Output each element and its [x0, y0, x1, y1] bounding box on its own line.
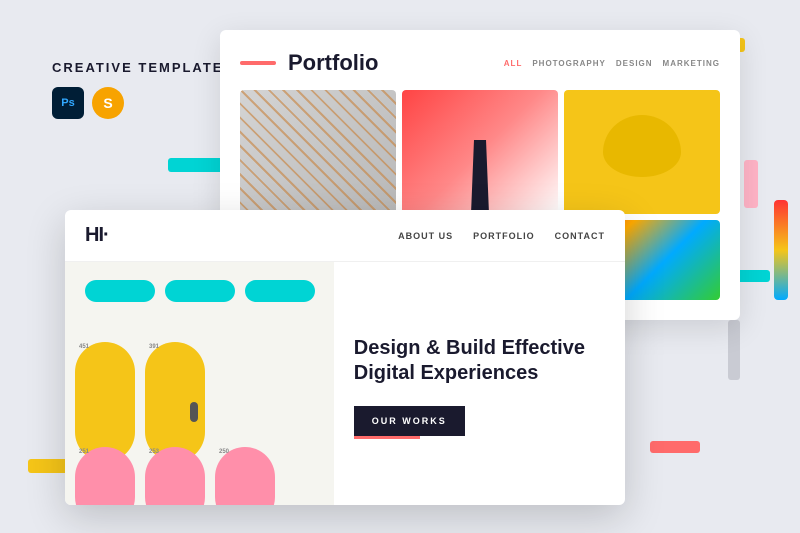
nav-portfolio[interactable]: PORTFOLIO — [473, 231, 535, 241]
portfolio-header: Portfolio ALL PHOTOGRAPHY DESIGN MARKETI… — [240, 50, 720, 76]
deco-colorful-right — [774, 200, 788, 300]
pill-pink-2: 253 — [145, 447, 205, 505]
pill-label-1: 451 — [79, 344, 89, 350]
main-site-nav: HI· ABOUT US PORTFOLIO CONTACT — [65, 210, 625, 262]
photoshop-icon: Ps — [52, 87, 84, 119]
site-nav-links: ABOUT US PORTFOLIO CONTACT — [398, 231, 605, 241]
portfolio-nav: ALL PHOTOGRAPHY DESIGN MARKETING — [504, 59, 720, 68]
deco-dark-right — [728, 320, 740, 380]
deco-pink-right — [744, 160, 758, 208]
pill-label-2: 391 — [149, 344, 159, 350]
pill-pink-3: 250 — [215, 447, 275, 505]
portfolio-accent-line — [240, 61, 276, 65]
pill-label-5: 250 — [219, 449, 229, 455]
site-logo: HI· — [85, 224, 109, 247]
nav-about[interactable]: ABOUT US — [398, 231, 453, 241]
portfolio-title: Portfolio — [288, 50, 378, 76]
pill-pink-1: 251 — [75, 447, 135, 505]
portfolio-nav-design[interactable]: DESIGN — [616, 59, 653, 68]
pill-cyan-2 — [165, 280, 235, 302]
portfolio-image-3 — [564, 90, 720, 214]
main-site-card: HI· ABOUT US PORTFOLIO CONTACT 451 391 — [65, 210, 625, 505]
hero-headline: Design & Build Effective Digital Experie… — [354, 336, 605, 386]
sketch-icon: S — [92, 87, 124, 119]
branding-section: CReATIvE templATe Ps S — [52, 60, 223, 119]
hero-background: 451 391 251 253 250 — [65, 262, 334, 505]
pill-cyan-3 — [245, 280, 315, 302]
our-works-button[interactable]: OUR WORKS — [354, 406, 465, 436]
pill-label-3: 251 — [79, 449, 89, 455]
creative-template-title: CReATIvE templATe — [52, 60, 223, 75]
pill-cyan-1 — [85, 280, 155, 302]
nav-contact[interactable]: CONTACT — [555, 231, 605, 241]
hero-text-area: Design & Build Effective Digital Experie… — [334, 262, 625, 505]
app-icons-group: Ps S — [52, 87, 223, 119]
hero-figure — [190, 402, 198, 422]
hero-image-area: 451 391 251 253 250 — [65, 262, 334, 505]
portfolio-nav-marketing[interactable]: MARKETING — [663, 59, 720, 68]
main-site-content: 451 391 251 253 250 Desi — [65, 262, 625, 505]
pill-yellow-1: 451 — [75, 342, 135, 462]
pill-label-4: 253 — [149, 449, 159, 455]
portfolio-nav-photography[interactable]: PHOTOGRAPHY — [532, 59, 606, 68]
deco-red-bottom — [650, 441, 700, 453]
portfolio-image-2 — [402, 90, 558, 214]
portfolio-nav-all[interactable]: ALL — [504, 59, 523, 68]
